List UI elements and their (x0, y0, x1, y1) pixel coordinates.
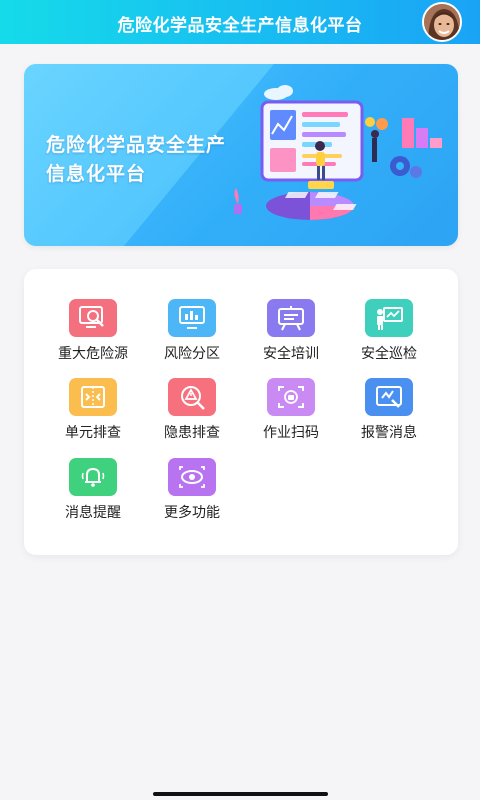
menu-item-work-scan[interactable]: 作业扫码 (242, 378, 340, 448)
warning-search-icon (168, 378, 216, 416)
unit-check-icon (69, 378, 117, 416)
scan-code-icon (267, 378, 315, 416)
feature-grid: 重大危险源 风险分区 安全培训 安全巡检 单元排查 隐患排查 作业扫码 报警消息… (24, 269, 458, 555)
menu-item-hazard-check[interactable]: 隐患排查 (143, 378, 241, 448)
menu-item-label: 风险分区 (164, 346, 220, 362)
menu-item-unit-check[interactable]: 单元排查 (44, 378, 142, 448)
menu-item-label: 单元排查 (65, 425, 121, 441)
menu-item-risk-zoning[interactable]: 风险分区 (143, 299, 241, 369)
presentation-board-icon (267, 299, 315, 337)
app-screen: 危险化学品安全生产信息化平台 危险化学品安全生产 信息化平台 重大危险源 风险分… (0, 0, 480, 800)
alarm-screen-icon (365, 378, 413, 416)
menu-item-alarm-messages[interactable]: 报警消息 (340, 378, 438, 448)
monitor-search-icon (69, 299, 117, 337)
banner-title-line-1: 危险化学品安全生产 (46, 134, 227, 156)
more-functions-icon (168, 458, 216, 496)
menu-item-label: 更多功能 (164, 505, 220, 521)
user-avatar[interactable] (422, 2, 462, 42)
hero-banner[interactable]: 危险化学品安全生产 信息化平台 (24, 64, 458, 246)
menu-item-safety-training[interactable]: 安全培训 (242, 299, 340, 369)
top-header-bar: 危险化学品安全生产信息化平台 (0, 0, 480, 44)
menu-item-major-hazard-source[interactable]: 重大危险源 (44, 299, 142, 369)
menu-item-label: 隐患排查 (164, 425, 220, 441)
menu-item-label: 消息提醒 (65, 505, 121, 521)
dashboard-illustration-icon (234, 85, 442, 220)
menu-item-label: 报警消息 (361, 425, 417, 441)
banner-title-line-2: 信息化平台 (46, 163, 147, 185)
menu-item-label: 重大危险源 (58, 346, 128, 362)
menu-item-label: 安全培训 (263, 346, 319, 362)
page-title: 危险化学品安全生产信息化平台 (117, 16, 363, 36)
menu-item-label: 作业扫码 (263, 425, 319, 441)
menu-item-more-functions[interactable]: 更多功能 (143, 458, 241, 528)
menu-item-safety-inspection[interactable]: 安全巡检 (340, 299, 438, 369)
menu-item-label: 安全巡检 (361, 346, 417, 362)
monitor-chart-icon (168, 299, 216, 337)
home-indicator-bar[interactable] (153, 792, 328, 796)
feature-grid-card: 重大危险源 风险分区 安全培训 安全巡检 单元排查 隐患排查 作业扫码 报警消息… (24, 269, 458, 555)
inspection-board-icon (365, 299, 413, 337)
bell-icon (69, 458, 117, 496)
menu-item-message-reminder[interactable]: 消息提醒 (44, 458, 142, 528)
avatar-face-icon (424, 4, 460, 40)
